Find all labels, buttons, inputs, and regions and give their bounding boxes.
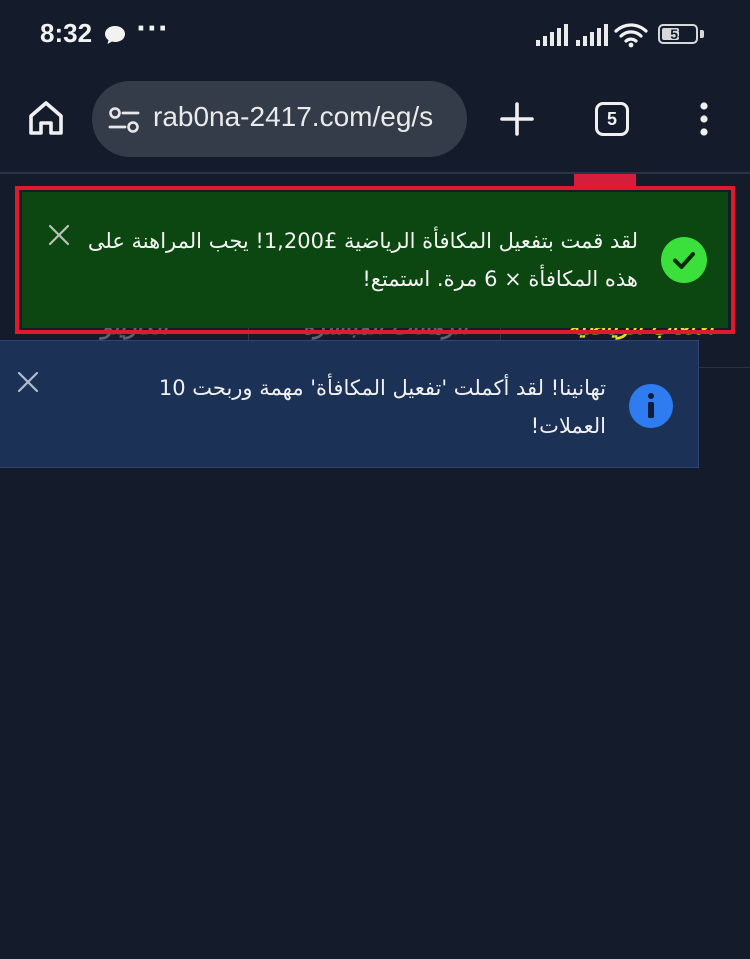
info-message: تهانينا! لقد أكملت 'تفعيل المكافأة' مهمة…: [158, 376, 606, 438]
wifi-icon: [614, 23, 648, 48]
more-menu-icon[interactable]: [696, 100, 712, 138]
site-settings-icon[interactable]: [108, 105, 140, 135]
url-bar[interactable]: rab0na-2417.com/eg/s: [92, 81, 467, 157]
status-bar: 8:32 ··· 53: [0, 0, 750, 70]
page-divider: [0, 172, 750, 174]
battery-cap: [700, 30, 704, 38]
info-icon: [629, 384, 673, 428]
home-icon[interactable]: [26, 98, 66, 138]
signal-strength-icon: [576, 24, 608, 46]
new-tab-icon[interactable]: [498, 100, 536, 138]
url-text[interactable]: rab0na-2417.com/eg/s: [153, 101, 433, 133]
header-accent: [574, 174, 636, 186]
battery-level: 53: [670, 26, 686, 42]
more-notifications-icon: ···: [136, 14, 169, 44]
tab-switcher-button[interactable]: 5: [595, 102, 629, 136]
browser-toolbar: rab0na-2417.com/eg/s 5: [0, 70, 750, 172]
info-notification: تهانينا! لقد أكملت 'تفعيل المكافأة' مهمة…: [0, 340, 699, 468]
signal-strength-icon: [536, 24, 568, 46]
highlight-outline: [15, 186, 735, 334]
battery-icon: 53: [658, 24, 698, 44]
web-page: الألعاب الرياضية الرهانات المباشرة الكاز…: [0, 172, 750, 959]
close-icon[interactable]: [17, 371, 39, 393]
chat-bubble-icon: [105, 26, 125, 44]
status-time: 8:32: [40, 18, 93, 48]
